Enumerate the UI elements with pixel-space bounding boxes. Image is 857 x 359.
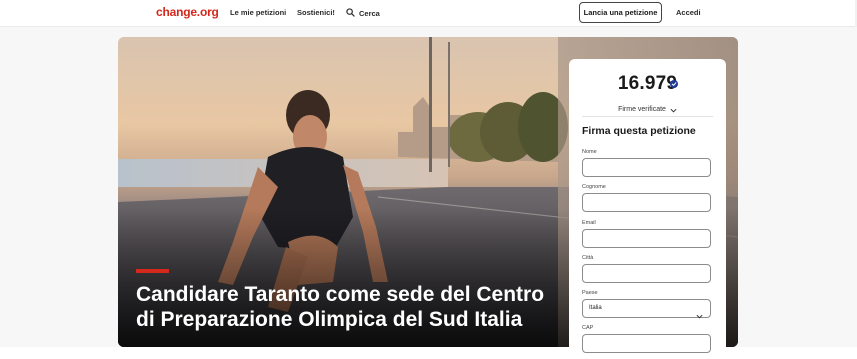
signature-count: 16.979 <box>617 73 678 94</box>
postal-code-field[interactable] <box>582 334 711 353</box>
card-divider <box>582 116 713 117</box>
verified-badge-icon <box>670 75 678 93</box>
nav-my-petitions[interactable]: Le mie petizioni <box>230 8 286 17</box>
start-petition-button[interactable]: Lancia una petizione <box>579 2 662 23</box>
nav-search[interactable]: Cerca <box>346 6 380 20</box>
nav-support[interactable]: Sostienici! <box>297 8 335 17</box>
country-select[interactable]: Italia <box>582 299 711 319</box>
city-field[interactable] <box>582 264 711 283</box>
top-nav: change.org Le mie petizioni Sostienici! … <box>0 0 857 27</box>
email-field[interactable] <box>582 229 711 248</box>
chevron-down-icon <box>696 306 703 324</box>
search-icon <box>346 4 355 22</box>
city-label: Città <box>582 255 594 261</box>
petition-title: Candidare Taranto come sede del Centro d… <box>136 283 545 331</box>
search-label: Cerca <box>359 8 380 18</box>
last-name-field[interactable] <box>582 193 711 212</box>
title-accent-bar <box>136 269 169 273</box>
email-label: Email <box>582 220 596 226</box>
country-select-value: Italia <box>589 305 602 311</box>
first-name-label: Nome <box>582 149 597 155</box>
verified-signatures-label: Firme verificate <box>618 105 666 113</box>
country-label: Paese <box>582 290 598 296</box>
signature-card: 16.979 Firme verificate Firma questa pet… <box>569 59 726 359</box>
first-name-field[interactable] <box>582 158 711 177</box>
change-org-logo[interactable]: change.org <box>156 5 219 19</box>
sign-form-title: Firma questa petizione <box>582 125 696 137</box>
last-name-label: Cognome <box>582 184 606 190</box>
postal-code-label: CAP <box>582 325 594 331</box>
login-link[interactable]: Accedi <box>676 8 701 17</box>
